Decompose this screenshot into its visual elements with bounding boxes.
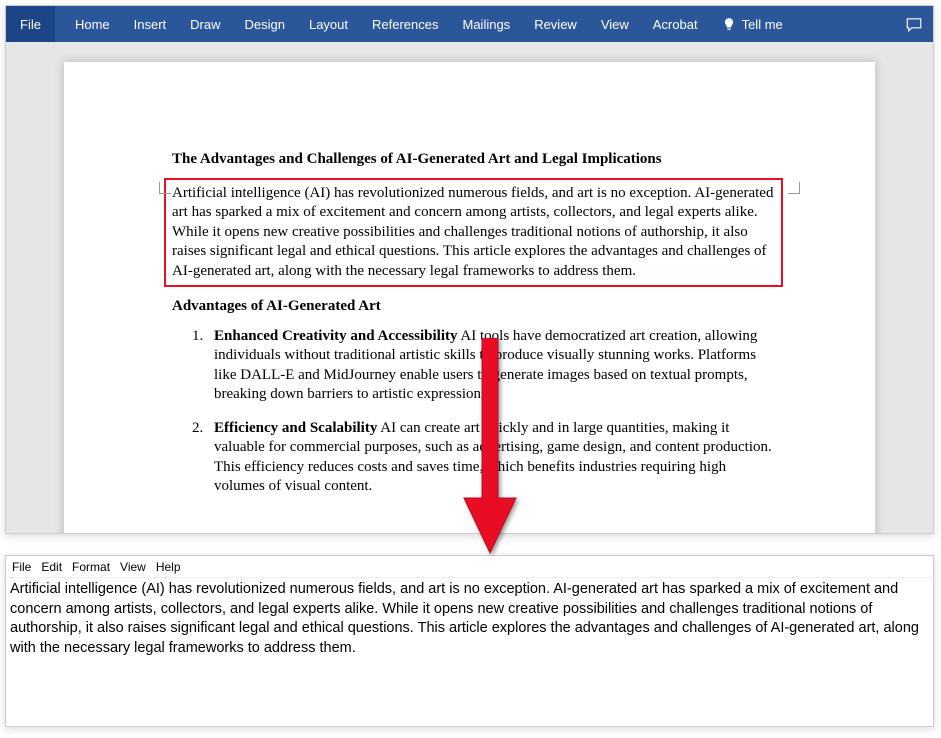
document-area[interactable]: The Advantages and Challenges of AI-Gene… [6,42,933,533]
document-page: The Advantages and Challenges of AI-Gene… [64,62,875,533]
tab-layout[interactable]: Layout [297,6,360,42]
notepad-textarea[interactable]: Artificial intelligence (AI) has revolut… [6,578,933,726]
tab-draw[interactable]: Draw [178,6,232,42]
tab-view[interactable]: View [589,6,641,42]
menu-view[interactable]: View [120,560,146,574]
menu-help[interactable]: Help [156,560,181,574]
ribbon-right-controls [905,15,923,33]
word-window: File Home Insert Draw Design Layout Refe… [5,5,934,534]
menu-edit[interactable]: Edit [41,560,62,574]
ribbon-bar: File Home Insert Draw Design Layout Refe… [6,6,933,42]
item-number: 1. [192,327,214,405]
tell-me-button[interactable]: Tell me [710,6,795,42]
item-title: Enhanced Creativity and Accessibility [214,328,458,344]
comment-icon[interactable] [905,15,923,33]
item-body: Efficiency and Scalability AI can create… [214,419,775,497]
intro-text: Artificial intelligence (AI) has revolut… [172,185,773,279]
margin-corner-tl [159,182,171,194]
tab-design[interactable]: Design [233,6,297,42]
tab-acrobat[interactable]: Acrobat [641,6,710,42]
lightbulb-icon [722,17,736,31]
margin-corner-tr [788,182,800,194]
tell-me-label: Tell me [742,17,783,32]
highlighted-intro-paragraph: Artificial intelligence (AI) has revolut… [164,178,783,288]
menu-file[interactable]: File [12,560,31,574]
page-title: The Advantages and Challenges of AI-Gene… [172,150,775,170]
file-tab-label: File [20,17,41,32]
notepad-text: Artificial intelligence (AI) has revolut… [10,581,919,656]
menu-format[interactable]: Format [72,560,110,574]
tab-insert[interactable]: Insert [122,6,179,42]
notepad-menu: File Edit Format View Help [6,556,933,578]
tab-review[interactable]: Review [522,6,589,42]
tab-mailings[interactable]: Mailings [451,6,523,42]
list-item-2: 2. Efficiency and Scalability AI can cre… [172,419,775,497]
tab-references[interactable]: References [360,6,450,42]
list-item-1: 1. Enhanced Creativity and Accessibility… [172,327,775,405]
item-body: Enhanced Creativity and Accessibility AI… [214,327,775,405]
advantages-heading: Advantages of AI-Generated Art [172,297,775,317]
item-number: 2. [192,419,214,497]
notepad-window: File Edit Format View Help Artificial in… [5,555,934,727]
item-title: Efficiency and Scalability [214,420,377,436]
file-tab[interactable]: File [6,6,55,42]
tab-home[interactable]: Home [63,6,122,42]
